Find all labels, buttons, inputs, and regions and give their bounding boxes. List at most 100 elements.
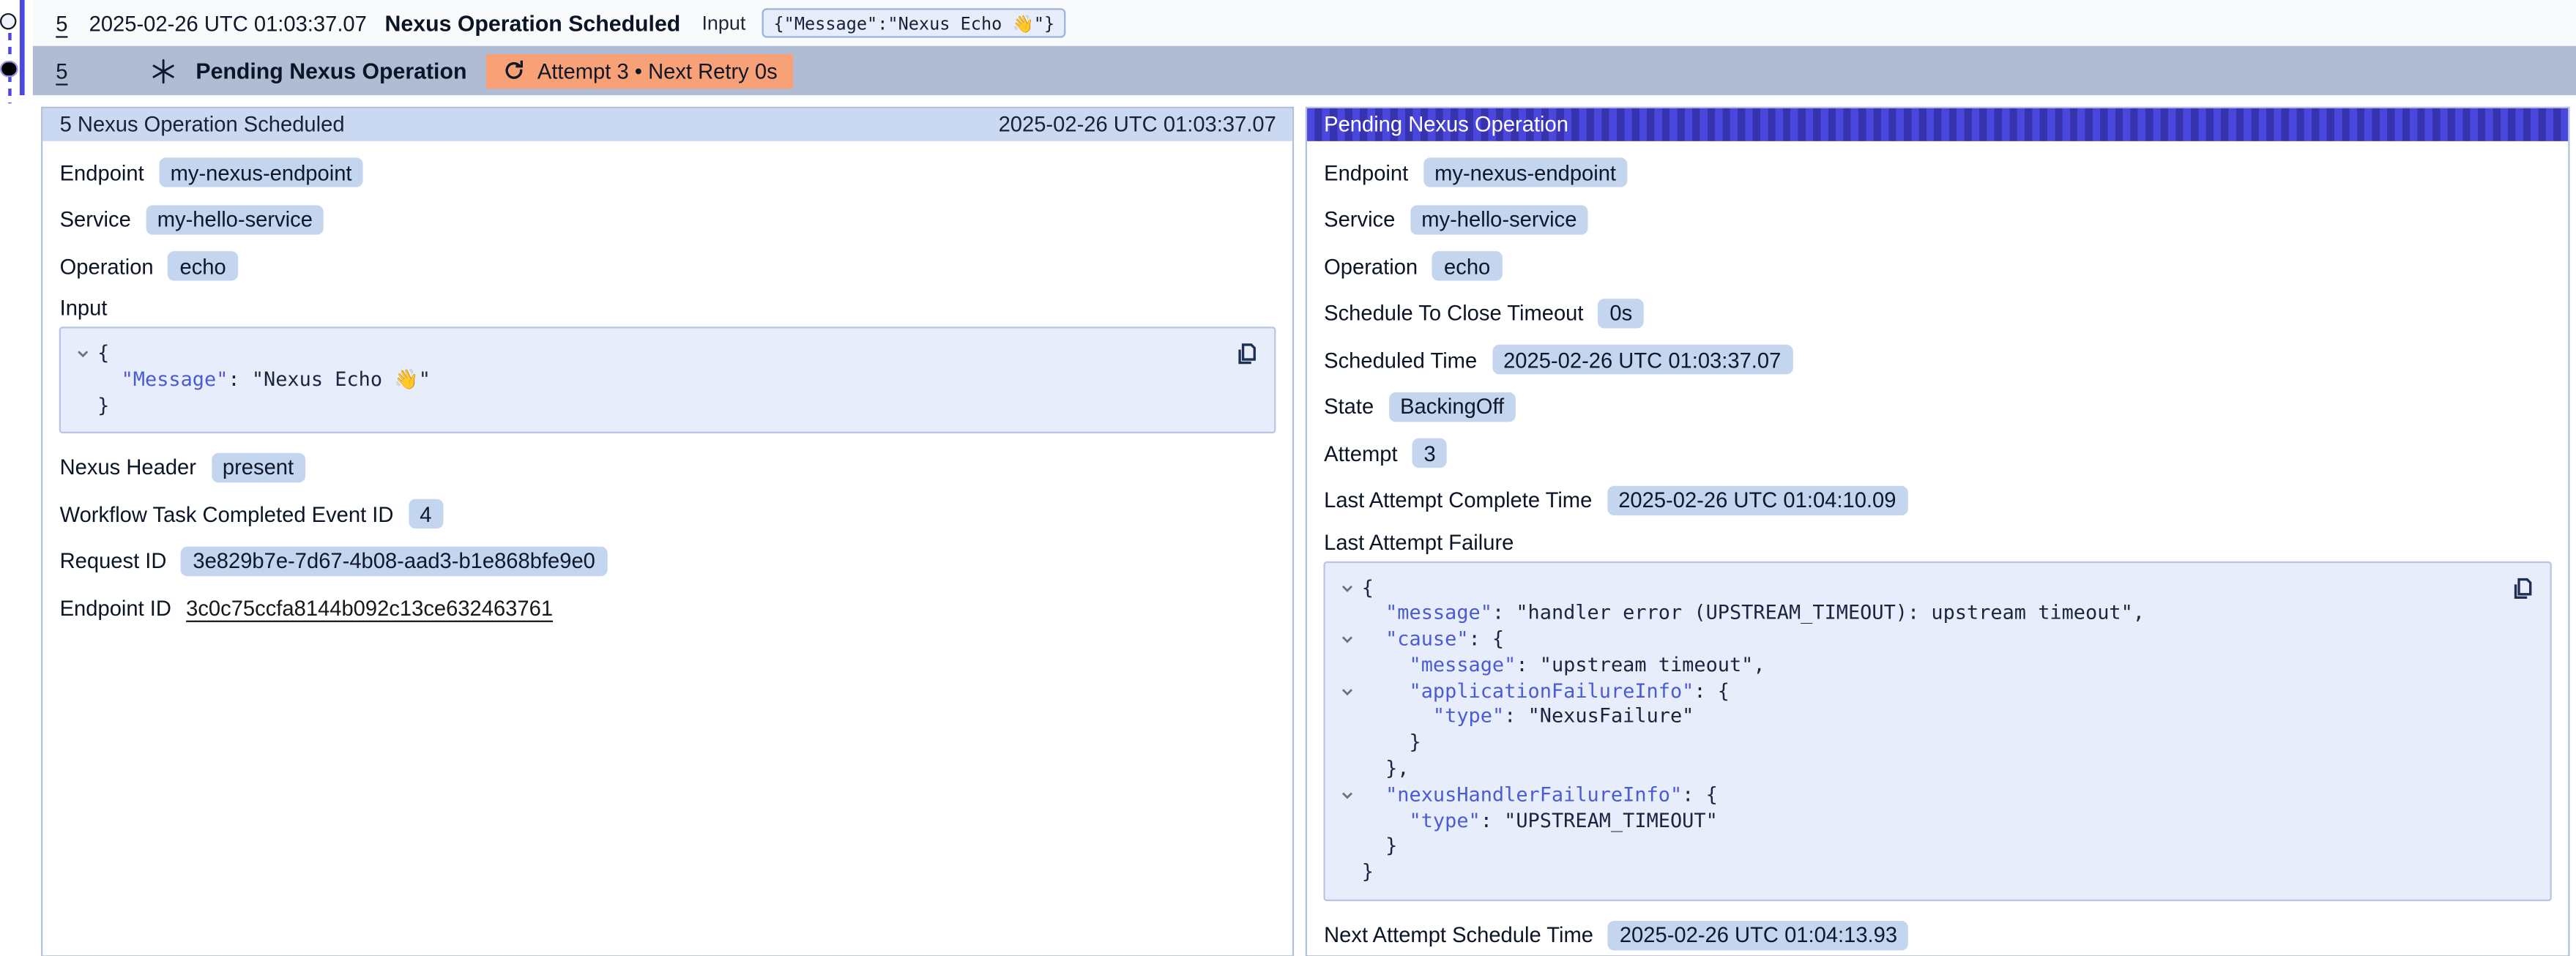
json-line-text: "type": "NexusFailure" bbox=[1362, 705, 1694, 731]
field-value-badge: 3 bbox=[1412, 438, 1448, 468]
workflow-history-view: 5 2025-02-26 UTC 01:03:37.07 Nexus Opera… bbox=[0, 0, 2576, 956]
event-id-link[interactable]: 5 bbox=[56, 59, 67, 83]
json-line-text: } bbox=[1362, 731, 1421, 757]
event-timestamp: 2025-02-26 UTC 01:03:37.07 bbox=[89, 11, 367, 36]
last-attempt-failure-json-block: { "message": "handler error (UPSTREAM_TI… bbox=[1324, 561, 2553, 901]
field-label: Service bbox=[60, 207, 131, 232]
detail-field: Endpoint my-nexus-endpoint bbox=[1324, 155, 2553, 190]
copy-icon[interactable] bbox=[2510, 574, 2536, 600]
panel-header-scheduled: 5 Nexus Operation Scheduled 2025-02-26 U… bbox=[43, 108, 1292, 141]
json-line-gutter bbox=[1334, 757, 1362, 783]
retry-badge-text: Attempt 3 • Next Retry 0s bbox=[537, 59, 778, 83]
detail-field: State BackingOff bbox=[1324, 389, 2553, 423]
event-input-chip: {"Message":"Nexus Echo 👋"} bbox=[762, 8, 1066, 37]
event-id-link[interactable]: 5 bbox=[56, 11, 67, 36]
field-label: Scheduled Time bbox=[1324, 347, 1477, 372]
pending-star-icon bbox=[150, 56, 178, 84]
json-line: "applicationFailureInfo": { bbox=[1334, 679, 2535, 705]
retry-status-badge: Attempt 3 • Next Retry 0s bbox=[486, 53, 794, 88]
json-line-text: } bbox=[1362, 861, 1374, 886]
json-line-gutter bbox=[1334, 861, 1362, 886]
field-value-badge: 2025-02-26 UTC 01:03:37.07 bbox=[1492, 345, 1793, 374]
field-label: Endpoint bbox=[60, 160, 144, 185]
field-value-badge: echo bbox=[168, 251, 238, 280]
json-line-text: "message": "upstream timeout", bbox=[1362, 653, 1765, 679]
event-row-pending-nexus-operation[interactable]: 5 Pending Nexus Operation Attempt 3 • Ne… bbox=[33, 46, 2576, 95]
json-line-text: { bbox=[97, 341, 109, 367]
field-value-badge: my-nexus-endpoint bbox=[1423, 157, 1627, 187]
field-label: Service bbox=[1324, 207, 1395, 232]
json-line-text: "type": "UPSTREAM_TIMEOUT" bbox=[1362, 809, 1718, 834]
field-value-badge: 3e829b7e-7d67-4b08-aad3-b1e868bfe9e0 bbox=[182, 547, 607, 576]
field-label: Operation bbox=[60, 253, 154, 278]
chevron-down-icon[interactable] bbox=[70, 341, 97, 367]
json-line: { bbox=[1334, 575, 2535, 601]
json-line: { bbox=[70, 341, 1258, 367]
json-line-gutter bbox=[70, 393, 97, 419]
panel-timestamp: 2025-02-26 UTC 01:03:37.07 bbox=[999, 111, 1276, 136]
detail-field: Last Attempt Complete Time 2025-02-26 UT… bbox=[1324, 482, 2553, 517]
json-line-text: "Message": "Nexus Echo 👋" bbox=[97, 367, 431, 393]
json-line-text: "applicationFailureInfo": { bbox=[1362, 679, 1730, 705]
event-marker-current-icon bbox=[0, 60, 18, 78]
detail-field: Workflow Task Completed Event ID 4 bbox=[60, 497, 1276, 531]
json-line-text: "message": "handler error (UPSTREAM_TIME… bbox=[1362, 601, 2145, 627]
json-line-text: } bbox=[97, 393, 109, 419]
field-value-link[interactable]: 3c0c75ccfa8144b092c13ce632463761 bbox=[186, 596, 553, 621]
chevron-down-icon[interactable] bbox=[1334, 575, 1362, 601]
json-line-gutter bbox=[1334, 705, 1362, 731]
failure-section-label: Last Attempt Failure bbox=[1324, 529, 2553, 554]
event-marker-open-icon bbox=[0, 13, 16, 29]
event-title: Pending Nexus Operation bbox=[196, 59, 466, 83]
chevron-down-icon[interactable] bbox=[1334, 783, 1362, 808]
json-line-gutter bbox=[70, 367, 97, 393]
json-line: } bbox=[70, 393, 1258, 419]
json-line: } bbox=[1334, 834, 2535, 860]
json-line: "message": "handler error (UPSTREAM_TIME… bbox=[1334, 601, 2535, 627]
chevron-down-icon[interactable] bbox=[1334, 679, 1362, 705]
timeline-active-bar bbox=[19, 0, 25, 95]
json-line-text: { bbox=[1362, 575, 1374, 601]
json-line-gutter bbox=[1334, 834, 1362, 860]
field-label: Schedule To Close Timeout bbox=[1324, 300, 1583, 325]
detail-field: Endpoint my-nexus-endpoint bbox=[60, 155, 1276, 190]
field-value-badge: echo bbox=[1432, 251, 1502, 280]
field-group: Next Attempt Schedule Time 2025-02-26 UT… bbox=[1324, 918, 2553, 952]
detail-field: Attempt 3 bbox=[1324, 436, 2553, 470]
retry-icon bbox=[503, 59, 526, 82]
field-value-badge: my-nexus-endpoint bbox=[159, 157, 363, 187]
json-line: }, bbox=[1334, 757, 2535, 783]
event-title: Nexus Operation Scheduled bbox=[385, 11, 681, 36]
input-json-block: { "Message": "Nexus Echo 👋"} bbox=[60, 326, 1276, 434]
json-line-text: }, bbox=[1362, 757, 1410, 783]
pending-nexus-operation-panel: Pending Nexus Operation Endpoint my-nexu… bbox=[1306, 106, 2570, 956]
field-value-badge: 0s bbox=[1598, 298, 1644, 327]
field-value-badge: 2025-02-26 UTC 01:04:10.09 bbox=[1607, 485, 1907, 515]
field-value-badge: my-hello-service bbox=[146, 204, 324, 234]
json-line: "message": "upstream timeout", bbox=[1334, 653, 2535, 679]
detail-field: Operation echo bbox=[1324, 249, 2553, 283]
field-label: Attempt bbox=[1324, 441, 1397, 466]
detail-field: Schedule To Close Timeout 0s bbox=[1324, 296, 2553, 330]
field-value-badge: 4 bbox=[409, 500, 444, 529]
copy-icon[interactable] bbox=[1234, 340, 1260, 366]
field-label: Endpoint ID bbox=[60, 596, 171, 621]
input-section-label: Input bbox=[60, 296, 1276, 321]
detail-field: Service my-hello-service bbox=[1324, 202, 2553, 236]
event-input-label: Input bbox=[701, 12, 745, 34]
panel-title: Pending Nexus Operation bbox=[1324, 111, 1568, 136]
field-group: Nexus Header present Workflow Task Compl… bbox=[60, 450, 1276, 625]
detail-field: Operation echo bbox=[60, 249, 1276, 283]
json-line-text: } bbox=[1362, 834, 1398, 860]
event-row-nexus-operation-scheduled[interactable]: 5 2025-02-26 UTC 01:03:37.07 Nexus Opera… bbox=[33, 0, 2576, 46]
event-detail-panel-scheduled: 5 Nexus Operation Scheduled 2025-02-26 U… bbox=[42, 106, 1295, 956]
chevron-down-icon[interactable] bbox=[1334, 627, 1362, 653]
field-label: Last Attempt Complete Time bbox=[1324, 488, 1592, 512]
field-label: Operation bbox=[1324, 253, 1418, 278]
field-value-badge: 2025-02-26 UTC 01:04:13.93 bbox=[1608, 920, 1909, 949]
json-line: "type": "NexusFailure" bbox=[1334, 705, 2535, 731]
detail-field: Endpoint ID 3c0c75ccfa8144b092c13ce63246… bbox=[60, 591, 1276, 625]
json-line: } bbox=[1334, 861, 2535, 886]
json-line: "Message": "Nexus Echo 👋" bbox=[70, 367, 1258, 393]
json-line: "nexusHandlerFailureInfo": { bbox=[1334, 783, 2535, 808]
